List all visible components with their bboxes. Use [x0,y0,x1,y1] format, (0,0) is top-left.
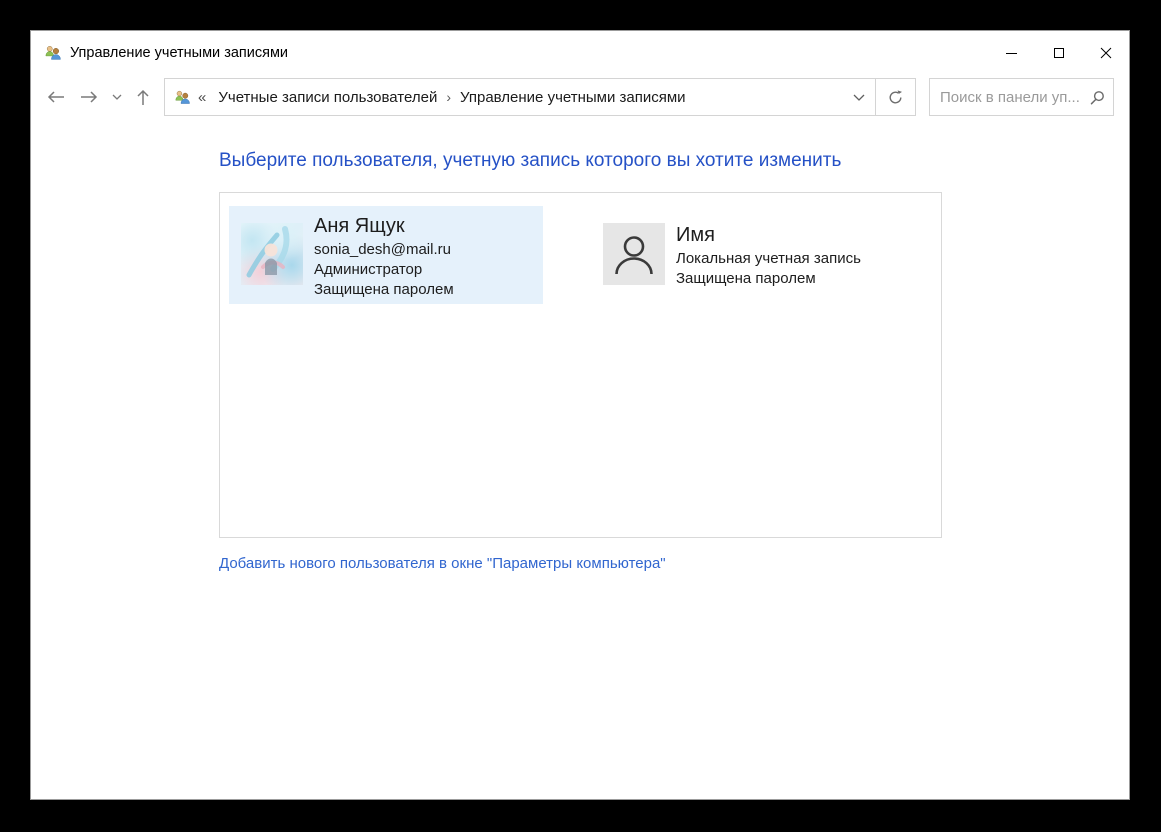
up-arrow-icon [137,89,149,105]
navigation-toolbar: « Учетные записи пользователей › Управле… [31,75,1129,119]
search-input[interactable] [940,88,1090,106]
up-button[interactable] [128,79,158,115]
account-role: Администратор [314,261,423,278]
chevron-down-icon [112,94,121,100]
account-protection: Защищена паролем [314,281,454,298]
minimize-button[interactable] [988,31,1035,75]
account-email: sonia_desh@mail.ru [314,241,451,258]
avatar-art-strokes [246,226,290,278]
minimize-icon [1006,52,1017,54]
title-bar: Управление учетными записями [31,31,1129,75]
refresh-button[interactable] [875,79,915,115]
close-icon [1100,47,1111,59]
back-button[interactable] [39,79,72,115]
breadcrumb-separator-icon: › [446,89,452,105]
address-dropdown-button[interactable] [843,79,875,115]
page-content: Выберите пользователя, учетную запись ко… [31,150,1129,572]
refresh-icon [889,89,903,103]
account-name: Аня Ящук [314,215,405,237]
breadcrumb-item-manage-accounts[interactable]: Управление учетными записями [456,86,690,109]
maximize-icon [1053,48,1064,58]
account-name: Имя [676,223,715,246]
avatar [241,223,303,285]
accounts-panel: Аня Ящук sonia_desh@mail.ru Администрато… [219,192,942,538]
address-bar[interactable]: « Учетные записи пользователей › Управле… [164,78,916,116]
forward-arrow-icon [80,91,97,103]
breadcrumb-collapse-chevron[interactable]: « [198,89,206,106]
account-type: Локальная учетная запись [676,249,861,267]
account-tile-anya[interactable]: Аня Ящук sonia_desh@mail.ru Администрато… [229,206,543,304]
page-title: Выберите пользователя, учетную запись ко… [219,150,842,171]
users-app-icon-small [174,89,191,106]
control-panel-window: Управление учетными записями « Учетные з… [30,30,1130,800]
back-arrow-icon [47,91,64,103]
avatar [603,223,665,285]
breadcrumb: « Учетные записи пользователей › Управле… [165,79,843,115]
account-info: Аня Ящук sonia_desh@mail.ru Администрато… [314,206,454,304]
maximize-button[interactable] [1035,31,1082,75]
close-button[interactable] [1082,31,1129,75]
breadcrumb-item-user-accounts[interactable]: Учетные записи пользователей [214,86,441,109]
add-user-link[interactable]: Добавить нового пользователя в окне "Пар… [219,555,666,572]
window-controls [988,31,1129,75]
search-icon[interactable] [1090,90,1105,105]
search-box [929,78,1114,116]
chevron-down-icon [853,94,865,101]
account-info: Имя Локальная учетная запись Защищена па… [676,206,861,304]
forward-button[interactable] [72,79,105,115]
users-app-icon [44,44,62,62]
account-tile-imya[interactable]: Имя Локальная учетная запись Защищена па… [591,206,905,304]
window-title: Управление учетными записями [70,45,289,61]
person-outline-icon [615,236,653,275]
account-protection: Защищена паролем [676,269,816,287]
recent-pages-button[interactable] [105,79,128,115]
